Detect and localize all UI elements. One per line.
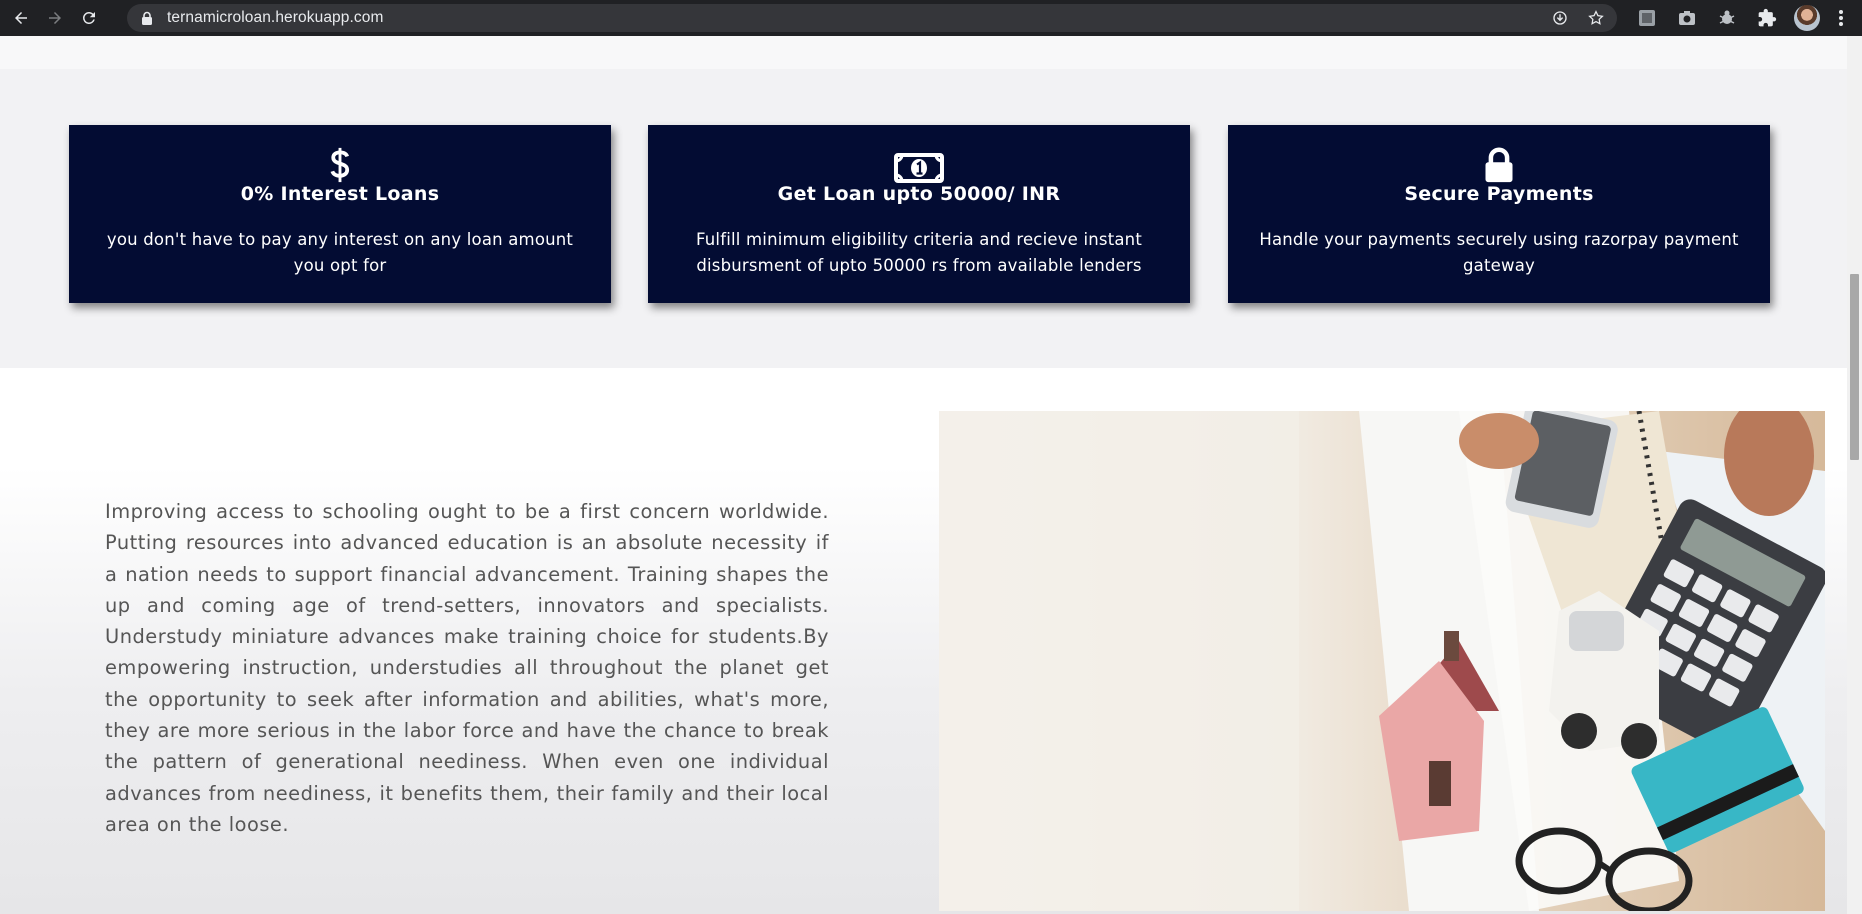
about-paragraph: Improving access to schooling ought to b… xyxy=(105,500,829,836)
page-scrollbar[interactable] xyxy=(1847,36,1862,914)
back-arrow-icon xyxy=(15,12,27,24)
extensions-menu-button[interactable] xyxy=(1754,5,1780,31)
feature-card-interest: 0% Interest Loans you don't have to pay … xyxy=(69,125,611,303)
bug-extension-button[interactable] xyxy=(1714,5,1740,31)
extension-button[interactable] xyxy=(1634,5,1660,31)
address-bar[interactable]: ternamicroloan.herokuapp.com xyxy=(127,4,1617,32)
scrollbar-thumb[interactable] xyxy=(1850,274,1859,460)
header-bottom-edge xyxy=(0,36,1847,69)
page-viewport: 0% Interest Loans you don't have to pay … xyxy=(0,36,1847,914)
browser-menu-button[interactable] xyxy=(1834,5,1848,31)
feature-description: Fulfill minimum eligibility criteria and… xyxy=(695,230,1143,275)
extension-icon xyxy=(1639,10,1655,26)
feature-title: Get Loan upto 50000/ INR xyxy=(777,183,1061,205)
avatar xyxy=(1794,5,1820,31)
profile-button[interactable] xyxy=(1794,5,1820,31)
features-section: 0% Interest Loans you don't have to pay … xyxy=(0,69,1847,368)
feature-description: Handle your payments securely using razo… xyxy=(1259,230,1739,275)
bug-icon xyxy=(1719,10,1735,24)
money-bill-icon xyxy=(648,147,1190,183)
url-text: ternamicroloan.herokuapp.com xyxy=(167,9,384,26)
forward-button[interactable] xyxy=(42,5,68,31)
install-app-icon[interactable] xyxy=(1551,9,1569,27)
forward-arrow-icon xyxy=(49,12,61,24)
camera-extension-button[interactable] xyxy=(1674,5,1700,31)
browser-toolbar: ternamicroloan.herokuapp.com xyxy=(0,0,1862,36)
finance-desk-image xyxy=(939,411,1825,911)
back-button[interactable] xyxy=(8,5,34,31)
lock-icon xyxy=(141,11,153,25)
puzzle-icon xyxy=(1758,8,1777,27)
feature-card-secure-payments: Secure Payments Handle your payments sec… xyxy=(1228,125,1770,303)
camera-icon xyxy=(1679,11,1695,25)
bookmark-star-icon[interactable] xyxy=(1587,9,1605,27)
reload-button[interactable] xyxy=(76,5,102,31)
reload-icon xyxy=(82,11,95,24)
about-section: Improving access to schooling ought to b… xyxy=(0,368,1847,914)
feature-description: you don't have to pay any interest on an… xyxy=(106,230,574,275)
lock-icon xyxy=(1228,147,1770,183)
feature-title: 0% Interest Loans xyxy=(240,183,440,205)
feature-card-loan-amount: Get Loan upto 50000/ INR Fulfill minimum… xyxy=(648,125,1190,303)
feature-title: Secure Payments xyxy=(1404,183,1594,205)
menu-dots-icon xyxy=(1839,10,1843,26)
dollar-icon xyxy=(69,147,611,183)
